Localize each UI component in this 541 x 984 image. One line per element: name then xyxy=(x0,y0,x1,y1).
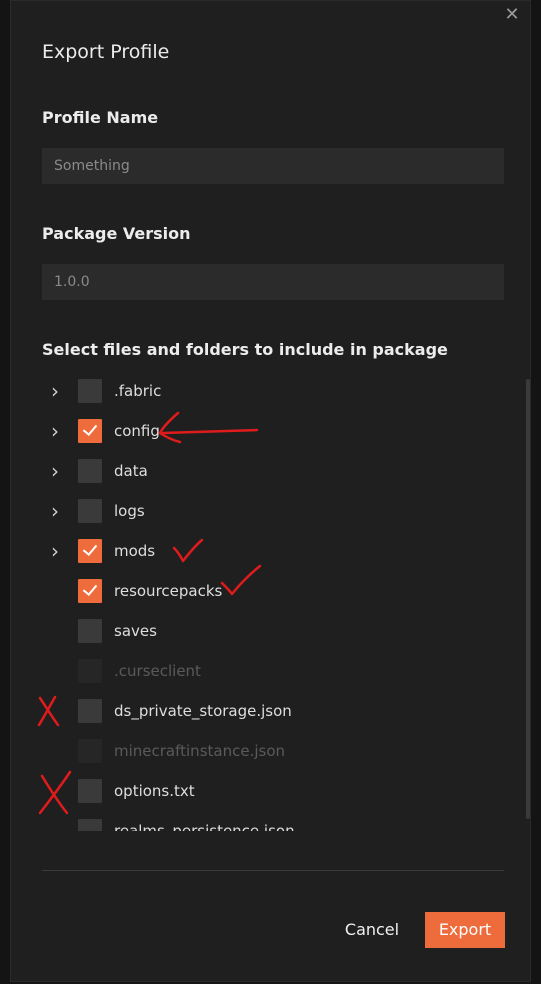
file-tree-item-label: .curseclient xyxy=(114,662,201,680)
checkbox[interactable] xyxy=(78,459,102,483)
cancel-button[interactable]: Cancel xyxy=(337,913,407,947)
file-tree-item-label: ds_private_storage.json xyxy=(114,702,292,720)
chevron-right-icon[interactable]: › xyxy=(47,421,63,441)
file-tree-item-label: saves xyxy=(114,622,157,640)
checkbox xyxy=(78,739,102,763)
profile-name-label: Profile Name xyxy=(42,108,159,127)
checkbox[interactable] xyxy=(78,699,102,723)
file-tree-item[interactable]: options.txt xyxy=(11,771,521,811)
file-tree-item-label: realms_persistence.json xyxy=(114,822,295,831)
file-tree-item[interactable]: resourcepacks xyxy=(11,571,521,611)
checkbox[interactable] xyxy=(78,539,102,563)
checkmark-icon xyxy=(82,420,98,437)
chevron-right-icon[interactable]: › xyxy=(47,381,63,401)
select-files-label: Select files and folders to include in p… xyxy=(42,340,448,359)
file-tree-item[interactable]: saves xyxy=(11,611,521,651)
file-tree-item[interactable]: › logs xyxy=(11,491,521,531)
file-tree-item-label: logs xyxy=(114,502,145,520)
checkmark-icon xyxy=(82,540,98,557)
chevron-right-icon[interactable]: › xyxy=(47,541,63,561)
checkbox[interactable] xyxy=(78,379,102,403)
checkmark-icon xyxy=(82,580,98,597)
file-tree-item: .curseclient xyxy=(11,651,521,691)
file-tree-item[interactable]: › data xyxy=(11,451,521,491)
profile-name-input[interactable] xyxy=(42,148,504,184)
file-tree-item[interactable]: › config xyxy=(11,411,521,451)
checkbox[interactable] xyxy=(78,819,102,831)
checkbox[interactable] xyxy=(78,419,102,443)
file-tree-item-label: options.txt xyxy=(114,782,195,800)
close-icon[interactable]: ✕ xyxy=(502,5,522,25)
checkbox xyxy=(78,659,102,683)
scrollbar-thumb[interactable] xyxy=(526,379,530,819)
chevron-right-icon[interactable]: › xyxy=(47,461,63,481)
checkbox[interactable] xyxy=(78,499,102,523)
package-version-input[interactable] xyxy=(42,264,504,300)
file-tree-item[interactable]: ds_private_storage.json xyxy=(11,691,521,731)
file-tree-item: minecraftinstance.json xyxy=(11,731,521,771)
package-version-label: Package Version xyxy=(42,224,191,243)
file-tree-item[interactable]: realms_persistence.json xyxy=(11,811,521,831)
dialog-title: Export Profile xyxy=(42,41,170,63)
export-button[interactable]: Export xyxy=(425,912,505,948)
file-tree: › .fabric › config › data › logs › mods resourcepa… xyxy=(11,371,532,831)
file-tree-item[interactable]: › mods xyxy=(11,531,521,571)
file-tree-item-label: minecraftinstance.json xyxy=(114,742,285,760)
footer-divider xyxy=(42,870,504,871)
file-tree-item[interactable]: › .fabric xyxy=(11,371,521,411)
file-tree-item-label: mods xyxy=(114,542,156,560)
checkbox[interactable] xyxy=(78,779,102,803)
file-tree-item-label: resourcepacks xyxy=(114,582,223,600)
file-tree-item-label: .fabric xyxy=(114,382,162,400)
file-tree-item-label: data xyxy=(114,462,148,480)
checkbox[interactable] xyxy=(78,579,102,603)
file-tree-scrollbar[interactable] xyxy=(526,379,530,834)
file-tree-item-label: config xyxy=(114,422,160,440)
chevron-right-icon[interactable]: › xyxy=(47,501,63,521)
export-profile-dialog: ✕ Export Profile Profile Name Package Ve… xyxy=(10,0,531,982)
checkbox[interactable] xyxy=(78,619,102,643)
